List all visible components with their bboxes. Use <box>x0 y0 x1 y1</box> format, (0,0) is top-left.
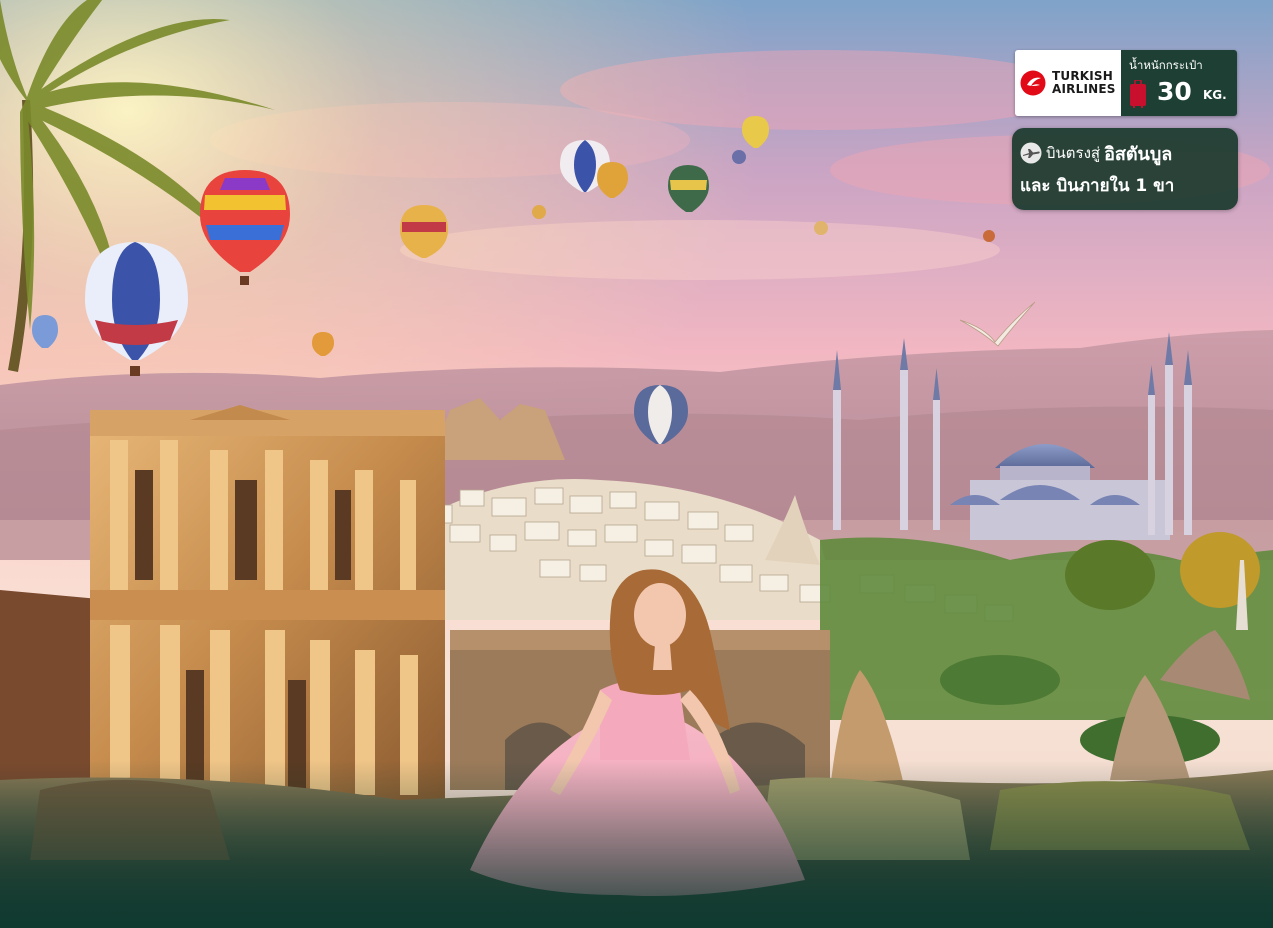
turkish-airlines-logo-icon <box>1020 70 1046 96</box>
airline-name-line2: AIRLINES <box>1052 82 1116 96</box>
flight-info-badge: บินตรงสู่ อิสตันบูล และ บินภายใน 1 ขา <box>1012 128 1238 210</box>
flight-info-line1: บินตรงสู่ อิสตันบูล <box>1020 138 1230 168</box>
airline-baggage-badge: TURKISH AIRLINES น้ำหนักกระเป๋า 30 KG. <box>1015 50 1237 116</box>
airline-logo-box: TURKISH AIRLINES <box>1015 50 1121 116</box>
baggage-label: น้ำหนักกระเป๋า <box>1129 58 1203 72</box>
flight-info-line2: และ บินภายใน 1 ขา <box>1020 176 1175 196</box>
baggage-weight-value: 30 <box>1157 77 1192 106</box>
baggage-weight-unit: KG. <box>1203 88 1227 102</box>
plane-icon <box>1020 142 1042 164</box>
luggage-icon <box>1130 80 1146 108</box>
flight-direct-prefix: บินตรงสู่ <box>1046 144 1101 162</box>
flight-destination: อิสตันบูล <box>1104 143 1173 165</box>
baggage-allowance: น้ำหนักกระเป๋า 30 KG. <box>1121 50 1237 116</box>
airline-name: TURKISH AIRLINES <box>1052 70 1116 96</box>
promo-banner: TURKISH AIRLINES น้ำหนักกระเป๋า 30 KG. บ… <box>0 0 1273 928</box>
